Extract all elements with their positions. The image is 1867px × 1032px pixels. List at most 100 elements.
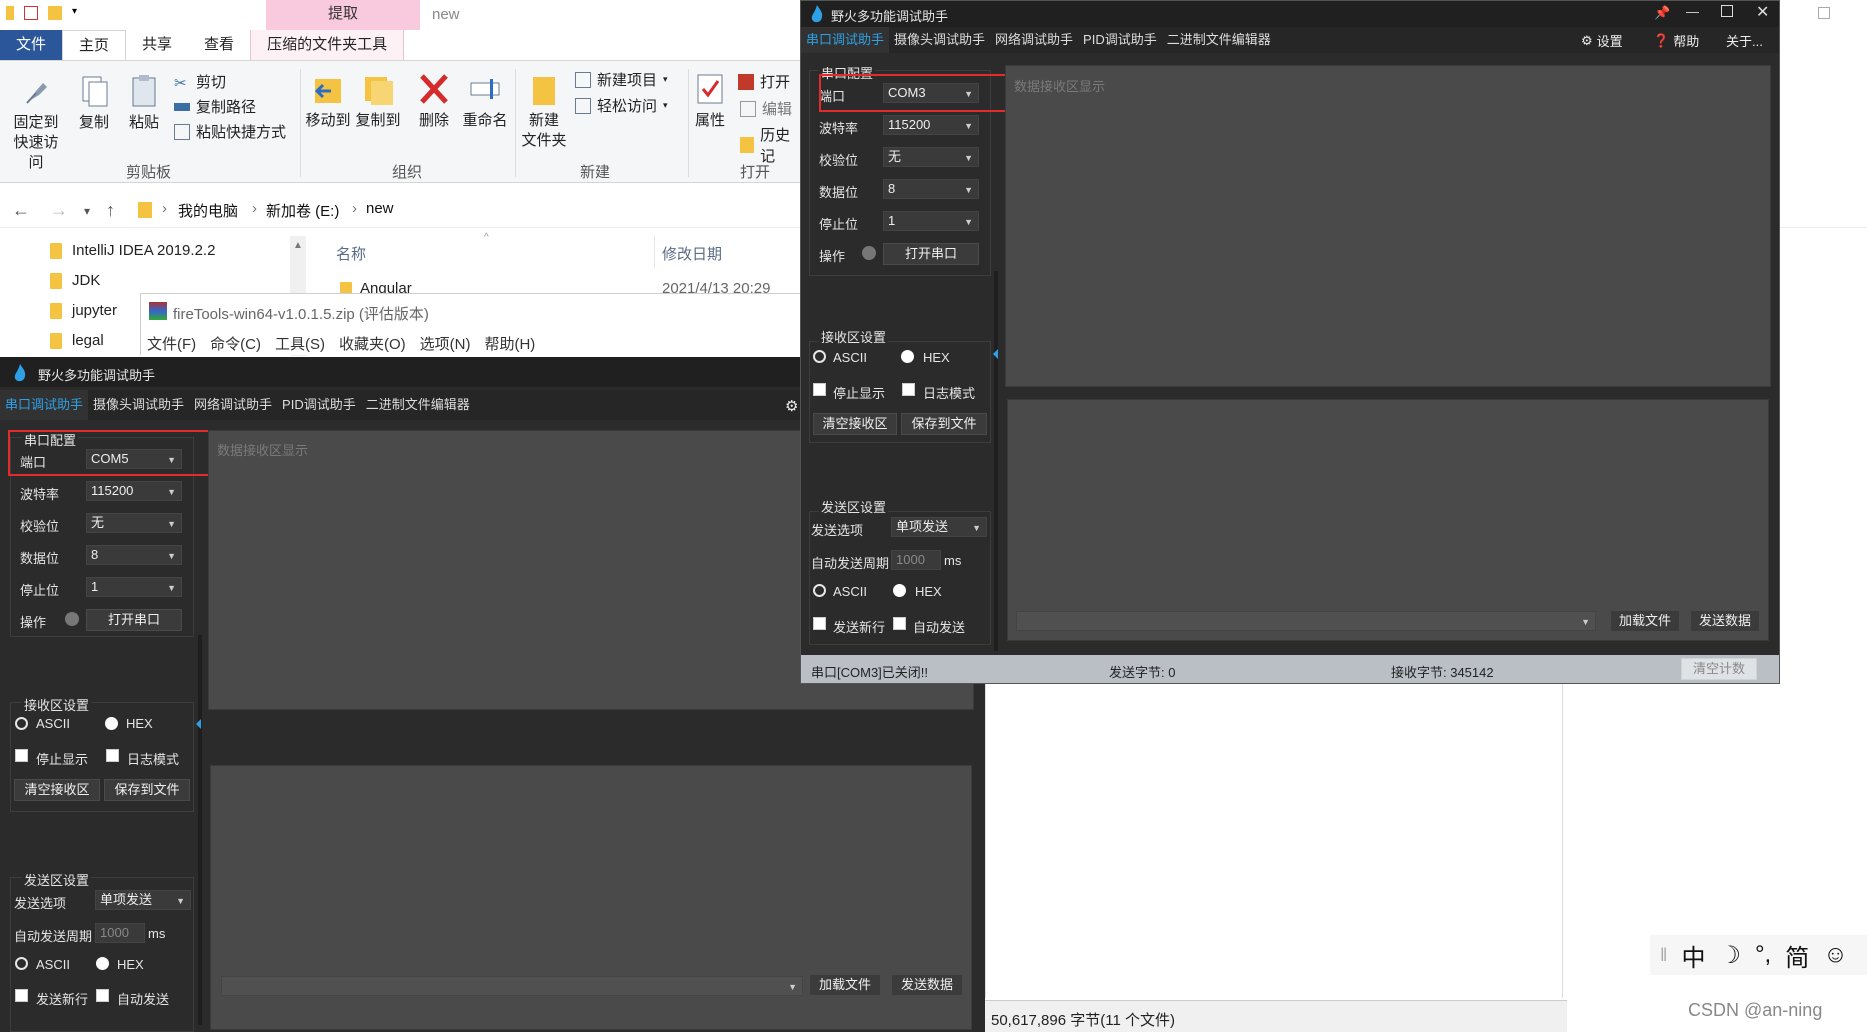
forward-arrow-icon[interactable]: →: [50, 200, 68, 221]
column-separator[interactable]: [654, 236, 655, 268]
panel-splitter[interactable]: [198, 635, 202, 1025]
new-folder-icon[interactable]: [48, 6, 62, 20]
tab-pid[interactable]: PID调试助手: [277, 390, 361, 420]
ime-emoji-icon[interactable]: ☺: [1823, 941, 1848, 969]
send-newline-checkbox[interactable]: [813, 617, 826, 630]
pin-quick-access-button[interactable]: 固定到 快速访问: [8, 73, 64, 173]
databits-select[interactable]: 8 ▼: [883, 179, 979, 199]
stopbits-select[interactable]: 1 ▼: [883, 211, 979, 231]
menu-favorites[interactable]: 收藏夹(O): [339, 333, 406, 354]
tab-binary-editor[interactable]: 二进制文件编辑器: [1162, 27, 1276, 53]
tab-file[interactable]: 文件: [0, 30, 63, 60]
column-header-date[interactable]: 修改日期: [662, 243, 722, 264]
send-ascii-radio[interactable]: [813, 584, 826, 597]
tab-camera[interactable]: 摄像头调试助手: [88, 390, 189, 420]
chevron-down-icon[interactable]: ▾: [72, 6, 77, 20]
menu-options[interactable]: 选项(N): [420, 333, 471, 354]
breadcrumb-drive-e[interactable]: 新加卷 (E:): [266, 200, 339, 221]
panel-splitter[interactable]: [994, 271, 998, 651]
send-history-select[interactable]: ▼: [221, 976, 803, 996]
new-item-button[interactable]: 新建项目 ▾: [575, 69, 668, 90]
tree-item[interactable]: IntelliJ IDEA 2019.2.2: [50, 242, 215, 259]
move-to-button[interactable]: 移动到: [304, 71, 352, 131]
log-mode-checkbox[interactable]: [106, 749, 119, 762]
clear-recv-button[interactable]: 清空接收区: [813, 413, 897, 435]
clear-count-button[interactable]: 清空计数: [1681, 658, 1757, 680]
send-data-button[interactable]: 发送数据: [891, 974, 963, 996]
breadcrumb-my-computer[interactable]: 我的电脑: [178, 200, 238, 221]
auto-period-input[interactable]: 1000: [95, 923, 145, 943]
ime-punctuation-icon[interactable]: °,: [1755, 941, 1771, 969]
open-port-button[interactable]: 打开串口: [883, 243, 979, 265]
recent-locations-icon[interactable]: ▾: [84, 204, 90, 218]
copy-path-button[interactable]: 复制路径: [174, 96, 256, 117]
send-area[interactable]: ▼ 加载文件 发送数据: [1007, 399, 1769, 641]
ime-handle-icon[interactable]: ‖: [1660, 945, 1667, 966]
open-port-button[interactable]: 打开串口: [86, 609, 182, 631]
pin-icon[interactable]: 📌: [1654, 5, 1670, 21]
collapse-arrow-icon[interactable]: [993, 349, 998, 359]
easy-access-button[interactable]: 轻松访问 ▾: [575, 95, 668, 116]
save-file-button[interactable]: 保存到文件: [104, 779, 190, 801]
restore-icon[interactable]: [1818, 7, 1830, 19]
send-hex-radio[interactable]: [893, 584, 906, 597]
tab-network[interactable]: 网络调试助手: [189, 390, 277, 420]
properties-button[interactable]: 属性: [690, 71, 730, 131]
recv-hex-radio[interactable]: [901, 350, 914, 363]
copy-button[interactable]: 复制: [72, 73, 116, 133]
databits-select[interactable]: 8 ▼: [86, 545, 182, 565]
auto-send-checkbox[interactable]: [96, 989, 109, 1002]
tab-home[interactable]: 主页: [62, 30, 127, 60]
clear-recv-button[interactable]: 清空接收区: [14, 779, 100, 801]
send-hex-radio[interactable]: [96, 957, 109, 970]
tab-compressed-folder-tools[interactable]: 压缩的文件夹工具: [250, 30, 405, 60]
parity-select[interactable]: 无 ▼: [883, 147, 979, 167]
send-option-select[interactable]: 单项发送 ▼: [891, 517, 987, 537]
settings-button[interactable]: ⚙ 设置: [1581, 31, 1623, 50]
baud-select[interactable]: 115200 ▼: [883, 115, 979, 135]
column-header-name[interactable]: 名称: [336, 243, 366, 264]
history-button[interactable]: 历史记: [740, 124, 800, 166]
recv-ascii-radio[interactable]: [813, 350, 826, 363]
tab-camera[interactable]: 摄像头调试助手: [889, 27, 990, 53]
open-button[interactable]: 打开: [738, 71, 790, 92]
tab-binary-editor[interactable]: 二进制文件编辑器: [361, 390, 475, 420]
new-folder-button[interactable]: 新建 文件夹: [520, 71, 568, 151]
stop-display-checkbox[interactable]: [813, 383, 826, 396]
tree-item[interactable]: JDK: [50, 272, 100, 289]
tab-pid[interactable]: PID调试助手: [1078, 27, 1162, 53]
menu-commands[interactable]: 命令(C): [210, 333, 261, 354]
send-history-select[interactable]: ▼: [1016, 611, 1596, 631]
paste-shortcut-button[interactable]: 粘贴快捷方式: [174, 121, 286, 142]
send-area[interactable]: ▼ 加载文件 发送数据: [210, 765, 972, 1030]
send-ascii-radio[interactable]: [15, 957, 28, 970]
tab-serial[interactable]: 串口调试助手: [801, 27, 890, 53]
delete-button[interactable]: 删除: [412, 71, 456, 131]
tab-share[interactable]: 共享: [126, 30, 188, 60]
menu-file[interactable]: 文件(F): [147, 333, 196, 354]
ime-chinese-mode[interactable]: 中: [1681, 938, 1705, 973]
maximize-icon[interactable]: [1721, 5, 1733, 17]
back-arrow-icon[interactable]: ←: [12, 200, 30, 221]
parity-select[interactable]: 无 ▼: [86, 513, 182, 533]
recv-hex-radio[interactable]: [105, 717, 118, 730]
ribbon-context-tab-extract[interactable]: 提取: [266, 0, 420, 30]
tab-network[interactable]: 网络调试助手: [990, 27, 1078, 53]
baud-select[interactable]: 115200 ▼: [86, 481, 182, 501]
save-file-button[interactable]: 保存到文件: [901, 413, 987, 435]
recv-area[interactable]: 数据接收区显示: [1005, 65, 1771, 387]
send-newline-checkbox[interactable]: [15, 989, 28, 1002]
auto-period-input[interactable]: 1000: [891, 550, 941, 570]
paste-button[interactable]: 粘贴: [122, 73, 166, 133]
help-button[interactable]: ❓ 帮助: [1653, 31, 1699, 50]
send-option-select[interactable]: 单项发送 ▼: [95, 890, 191, 910]
cut-button[interactable]: ✂ 剪切: [174, 71, 226, 92]
breadcrumb-new[interactable]: new: [366, 200, 394, 217]
tab-view[interactable]: 查看: [188, 30, 250, 60]
menu-tools[interactable]: 工具(S): [275, 333, 325, 354]
up-arrow-icon[interactable]: ↑: [106, 200, 115, 221]
tab-serial[interactable]: 串口调试助手: [0, 390, 89, 420]
properties-check-icon[interactable]: [24, 6, 38, 20]
close-icon[interactable]: ✕: [1756, 2, 1769, 22]
edit-button[interactable]: 编辑: [740, 98, 792, 119]
